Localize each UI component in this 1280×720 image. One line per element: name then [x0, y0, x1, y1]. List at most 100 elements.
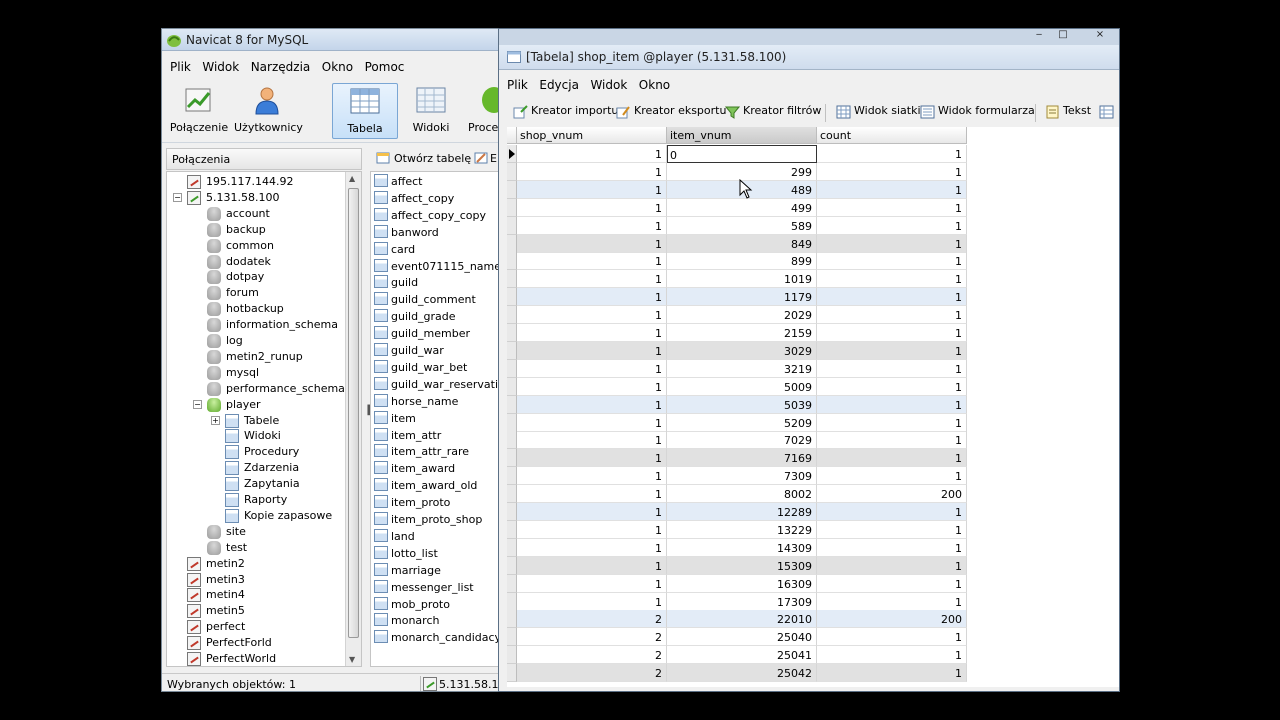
cell-item-vnum[interactable]: 849 [667, 234, 817, 253]
cell-count[interactable]: 200 [817, 610, 967, 629]
column-header-item-vnum[interactable]: item_vnum [667, 127, 817, 144]
cell-shop-vnum[interactable]: 1 [517, 216, 667, 235]
tree-scroll-thumb[interactable] [348, 188, 359, 638]
cell-shop-vnum[interactable]: 1 [517, 485, 667, 504]
table-row[interactable]: 1 3029 1 [507, 341, 967, 360]
row-header[interactable] [507, 556, 517, 575]
row-header[interactable] [507, 592, 517, 611]
table-row[interactable]: 2 22010 200 [507, 610, 967, 629]
cell-item-vnum[interactable]: 13229 [667, 520, 817, 539]
cell-item-vnum[interactable]: 14309 [667, 538, 817, 557]
cell-shop-vnum[interactable]: 1 [517, 413, 667, 432]
scroll-up-icon[interactable]: ▲ [349, 174, 355, 183]
cell-item-vnum[interactable]: 25042 [667, 664, 817, 683]
cell-shop-vnum[interactable]: 1 [517, 270, 667, 289]
cell-item-vnum[interactable]: 499 [667, 198, 817, 217]
row-header[interactable] [507, 664, 517, 683]
cell-shop-vnum[interactable]: 1 [517, 180, 667, 199]
cell-item-vnum[interactable]: 5009 [667, 377, 817, 396]
menu-plik[interactable]: Plik [170, 60, 191, 74]
row-header[interactable] [507, 449, 517, 468]
menu-okno[interactable]: Okno [322, 60, 353, 74]
connections-tree[interactable]: 195.117.144.92 5.131.58.100 − account backup… [166, 171, 362, 667]
cell-shop-vnum[interactable]: 1 [517, 520, 667, 539]
cell-item-vnum[interactable]: 7309 [667, 467, 817, 486]
row-header[interactable] [507, 431, 517, 450]
open-table-button[interactable]: Otwórz tabelę [376, 152, 471, 165]
cell-shop-vnum[interactable]: 1 [517, 449, 667, 468]
cell-shop-vnum[interactable]: 2 [517, 646, 667, 665]
filter-wizard-button[interactable]: Kreator filtrów [725, 104, 821, 122]
cell-count[interactable]: 1 [817, 520, 967, 539]
cell-item-vnum[interactable]: 3029 [667, 341, 817, 360]
cell-count[interactable]: 1 [817, 413, 967, 432]
cell-shop-vnum[interactable]: 1 [517, 395, 667, 414]
row-header[interactable] [507, 162, 517, 181]
table-row[interactable]: 1 7169 1 [507, 449, 967, 468]
cell-shop-vnum[interactable]: 2 [517, 664, 667, 683]
cell-count[interactable]: 1 [817, 467, 967, 486]
procedures-button[interactable]: Proce [458, 83, 500, 139]
table-row[interactable]: 1 499 1 [507, 198, 967, 217]
cell-shop-vnum[interactable]: 1 [517, 538, 667, 557]
cell-shop-vnum[interactable]: 1 [517, 234, 667, 253]
table-row[interactable]: 1 589 1 [507, 216, 967, 235]
row-header[interactable] [507, 395, 517, 414]
views-button[interactable]: Widoki [398, 83, 464, 139]
table-row[interactable]: 1 5009 1 [507, 377, 967, 396]
cell-count[interactable]: 1 [817, 377, 967, 396]
cell-count[interactable]: 1 [817, 234, 967, 253]
cell-item-vnum[interactable]: 22010 [667, 610, 817, 629]
cell-item-vnum[interactable]: 2159 [667, 324, 817, 342]
export-wizard-button[interactable]: Kreator eksportu [616, 104, 726, 122]
cell-count[interactable]: 1 [817, 395, 967, 414]
cell-item-vnum[interactable]: 3219 [667, 359, 817, 378]
tree-scrollbar[interactable]: ▲ ▼ [345, 172, 361, 666]
table-row[interactable]: 1 17309 1 [507, 592, 967, 611]
cell-shop-vnum[interactable]: 1 [517, 556, 667, 575]
cell-shop-vnum[interactable]: 1 [517, 431, 667, 450]
cell-count[interactable]: 1 [817, 145, 967, 163]
cell-count[interactable]: 1 [817, 538, 967, 557]
row-header[interactable] [507, 646, 517, 665]
cell-count[interactable]: 1 [817, 306, 967, 325]
cell-count[interactable]: 1 [817, 198, 967, 217]
menu-widok[interactable]: Widok [202, 60, 239, 74]
cell-item-vnum[interactable]: 2029 [667, 306, 817, 325]
design-table-button[interactable]: E [474, 152, 497, 165]
table-row[interactable]: 1 1019 1 [507, 270, 967, 289]
menu-edycja[interactable]: Edycja [539, 78, 579, 92]
row-header[interactable] [507, 180, 517, 199]
scroll-down-icon[interactable]: ▼ [349, 655, 355, 664]
cell-count[interactable]: 1 [817, 449, 967, 468]
grid-view-button[interactable]: Widok siatki [836, 104, 921, 122]
close-button[interactable]: × [1089, 29, 1111, 43]
expand-icon[interactable]: + [211, 415, 220, 425]
table-button[interactable]: Tabela [332, 83, 398, 139]
row-header[interactable] [507, 270, 517, 289]
table-row[interactable]: 1 299 1 [507, 162, 967, 181]
row-header[interactable] [507, 377, 517, 396]
table-row[interactable]: 1 8002 200 [507, 485, 967, 504]
table-row[interactable]: 1 15309 1 [507, 556, 967, 575]
table-row[interactable]: 2 25040 1 [507, 628, 967, 647]
row-header[interactable] [507, 145, 517, 163]
collapse-icon[interactable]: − [173, 192, 182, 202]
more-views-button[interactable] [1099, 104, 1114, 122]
cell-count[interactable]: 1 [817, 592, 967, 611]
column-header-shop-vnum[interactable]: shop_vnum [517, 127, 667, 144]
cell-count[interactable]: 1 [817, 324, 967, 342]
cell-shop-vnum[interactable]: 1 [517, 198, 667, 217]
cell-item-vnum[interactable]: 7029 [667, 431, 817, 450]
table-row[interactable]: 1 13229 1 [507, 520, 967, 539]
text-view-button[interactable]: Tekst [1045, 104, 1091, 122]
table-row[interactable]: 1 5039 1 [507, 395, 967, 414]
connection-button[interactable]: Połączenie [166, 83, 232, 139]
row-header[interactable] [507, 216, 517, 235]
cell-item-vnum[interactable]: 5209 [667, 413, 817, 432]
row-header[interactable] [507, 413, 517, 432]
table-row[interactable]: 1 3219 1 [507, 359, 967, 378]
table-row[interactable]: 2 25042 1 [507, 664, 967, 683]
cell-shop-vnum[interactable]: 1 [517, 359, 667, 378]
cell-shop-vnum[interactable]: 1 [517, 252, 667, 271]
